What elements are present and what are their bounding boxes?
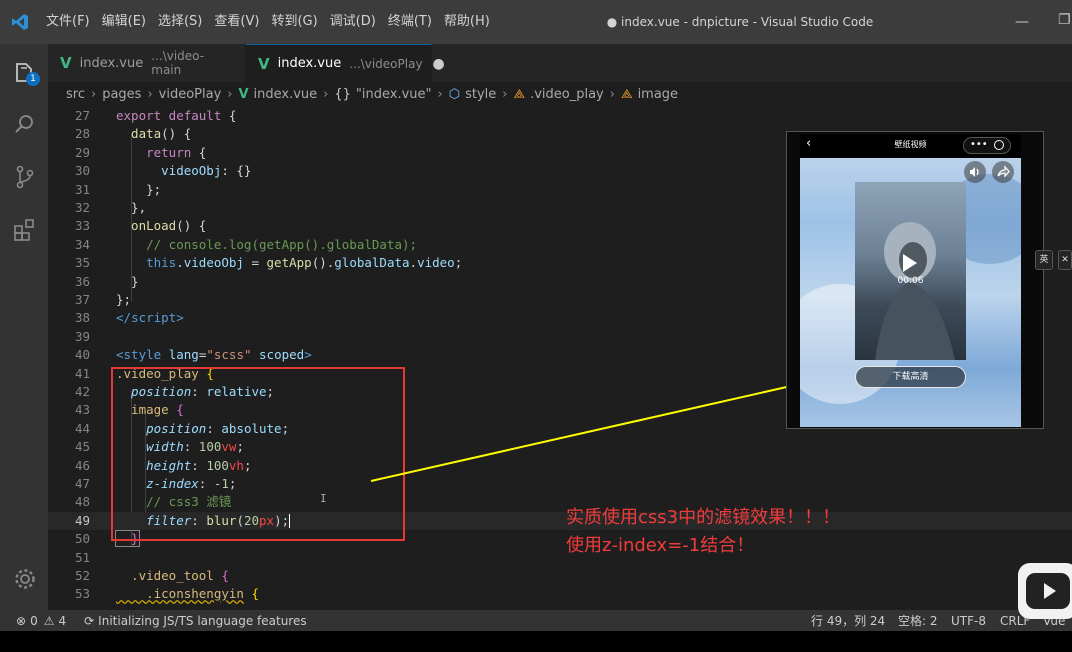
annotation-text-1: 实质使用css3中的滤镜效果！！！ [566,507,841,528]
warning-count[interactable]: 4 [58,614,66,628]
close-target-icon[interactable] [994,140,1004,150]
indentation[interactable]: 空格: 2 [898,612,938,629]
share-icon[interactable] [992,161,1014,183]
sync-icon: ⟳ [84,613,95,628]
phone-screen: ‹ 壁纸视频 ••• 00:06 下载高清 [800,134,1021,427]
bottom-strip [0,631,1072,652]
side-chip-icon[interactable]: ✕ [1058,250,1072,270]
status-task: Initializing JS/TS language features [98,613,307,628]
video-player[interactable]: 00:06 [855,182,966,360]
status-bar: ⊗ 0 ⚠ 4 ⟳ Initializing JS/TS language fe… [0,610,1072,631]
mini-program-capsule[interactable]: ••• [963,137,1011,154]
encoding[interactable]: UTF-8 [951,614,986,628]
bilibili-logo-icon [1018,563,1072,619]
volume-icon[interactable] [964,161,986,183]
video-duration: 00:06 [897,276,924,286]
play-icon[interactable] [903,254,917,272]
annotation-text-2: 使用z-index=-1结合！ [566,535,755,556]
error-icon[interactable]: ⊗ [16,614,26,628]
cursor-position[interactable]: 行 49，列 24 [811,612,885,629]
ime-chip[interactable]: 英 [1035,250,1053,270]
phone-nav-bar: ‹ 壁纸视频 ••• [800,134,1021,158]
error-count[interactable]: 0 [30,614,38,628]
more-dots-icon[interactable]: ••• [970,139,988,150]
warning-icon[interactable]: ⚠ [44,614,55,628]
download-hd-button[interactable]: 下载高清 [855,366,966,388]
